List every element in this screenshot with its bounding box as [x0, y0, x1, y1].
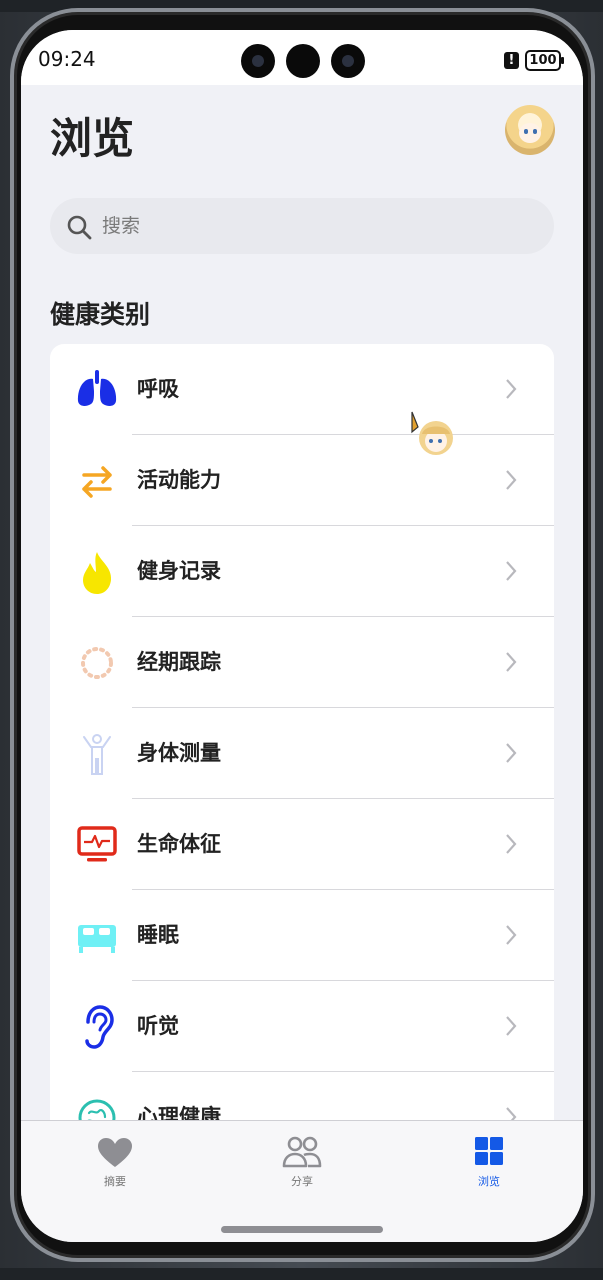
tab-browse[interactable]: 浏览: [434, 1135, 544, 1195]
chevron-right-icon: [506, 379, 517, 399]
vital-monitor-icon: [77, 826, 117, 862]
chevron-right-icon: [506, 743, 517, 763]
heart-icon: [98, 1138, 132, 1167]
body-figure-icon: [83, 734, 111, 775]
dotted-circle-icon: [81, 647, 113, 679]
list-item-cycle-tracking[interactable]: 经期跟踪: [50, 617, 554, 708]
list-item-body-measurements[interactable]: 身体测量: [50, 708, 554, 799]
section-title: 健康类别: [50, 300, 151, 329]
search-icon: [67, 215, 92, 240]
tab-label: 摘要: [104, 1175, 126, 1188]
status-time: 09:24: [38, 47, 96, 71]
category-list: 呼吸 活动能力 健身记录 经期跟踪 身体测量 生命体征 睡眠 听觉 心理健康: [50, 344, 554, 1144]
chevron-right-icon: [506, 470, 517, 490]
camera-lens-icon: [331, 44, 365, 78]
grid-icon: [475, 1137, 503, 1165]
alert-icon: !: [504, 52, 519, 69]
search-input[interactable]: [102, 210, 522, 242]
list-item-hearing[interactable]: 听觉: [50, 981, 554, 1072]
chevron-right-icon: [506, 925, 517, 945]
flame-icon: [83, 552, 112, 594]
chevron-right-icon: [506, 834, 517, 854]
list-item-label: 活动能力: [137, 468, 221, 492]
tab-label: 分享: [291, 1175, 313, 1188]
avatar[interactable]: [505, 105, 555, 155]
phone-screen: 09:24 ! 100 浏览 健康类别 呼吸: [21, 30, 583, 1242]
list-item-label: 身体测量: [137, 741, 221, 765]
camera-sensor-icon: [286, 44, 320, 78]
list-item-vitals[interactable]: 生命体征: [50, 799, 554, 890]
list-item-label: 听觉: [137, 1014, 179, 1038]
ear-icon: [85, 1005, 114, 1049]
tab-label: 浏览: [478, 1175, 500, 1188]
list-item-label: 健身记录: [137, 559, 221, 583]
people-icon: [282, 1136, 322, 1168]
list-item-sleep[interactable]: 睡眠: [50, 890, 554, 981]
chevron-right-icon: [506, 1016, 517, 1036]
list-item-fitness[interactable]: 健身记录: [50, 526, 554, 617]
tab-sharing[interactable]: 分享: [247, 1135, 357, 1195]
lungs-icon: [77, 370, 117, 406]
tab-summary[interactable]: 摘要: [60, 1135, 170, 1195]
bed-icon: [78, 925, 116, 953]
cursor-sticker-icon: [411, 411, 453, 455]
battery-icon: 100: [525, 50, 564, 71]
arrows-swap-icon: [82, 466, 112, 498]
list-item-activity[interactable]: 活动能力: [50, 435, 554, 526]
tab-bar: 摘要 分享 浏览: [21, 1120, 583, 1242]
status-bar: 09:24 ! 100: [21, 30, 583, 85]
list-item-label: 生命体征: [137, 832, 221, 856]
search-bar[interactable]: [50, 198, 554, 254]
list-item-label: 睡眠: [137, 923, 179, 947]
page-title: 浏览: [50, 114, 135, 163]
list-item-label: 呼吸: [137, 377, 179, 401]
camera-lens-icon: [241, 44, 275, 78]
chevron-right-icon: [506, 561, 517, 581]
home-indicator[interactable]: [221, 1226, 383, 1233]
list-item-breathing[interactable]: 呼吸: [50, 344, 554, 435]
chevron-right-icon: [506, 652, 517, 672]
backdrop-footer: [0, 1268, 603, 1280]
list-item-label: 经期跟踪: [137, 650, 221, 674]
